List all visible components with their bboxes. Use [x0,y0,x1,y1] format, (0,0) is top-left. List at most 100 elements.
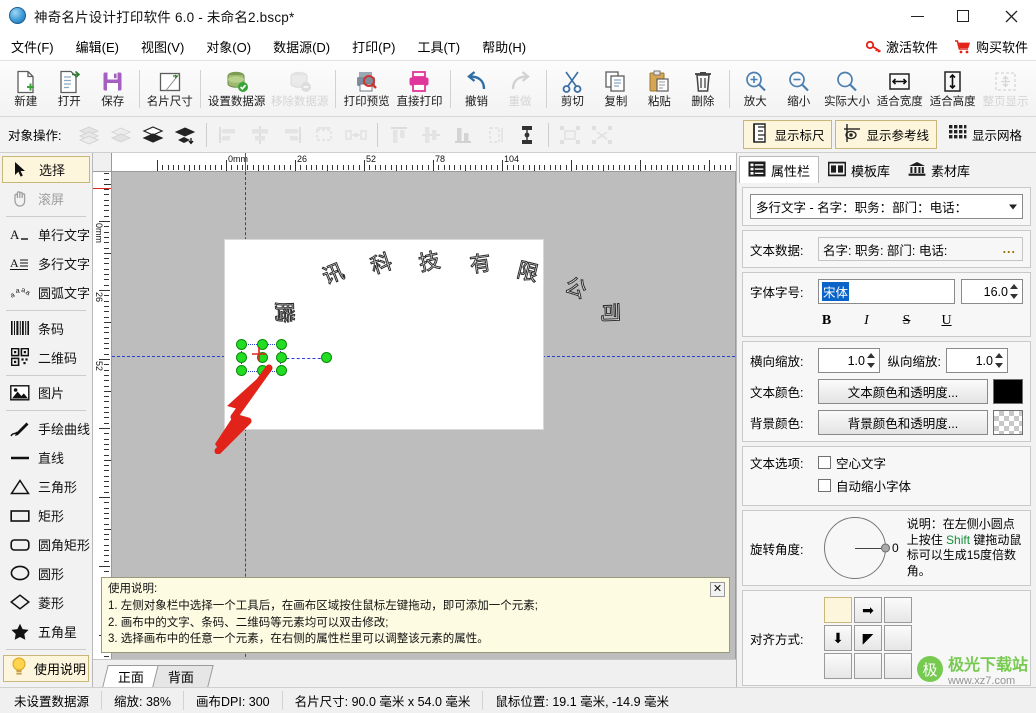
card-character[interactable]: 公 [561,272,590,303]
card-character[interactable]: 腾 [271,301,297,324]
tool-freehand[interactable]: 手绘曲线 [2,415,90,442]
horizontal-ruler[interactable]: 0mm 26 52 78 104 [112,153,736,172]
tool-line[interactable]: 直线 [2,444,90,471]
text-data-field[interactable]: 名字: 职务: 部门: 电话: ... [818,237,1023,261]
align-bottom-center-cell[interactable] [854,653,882,680]
tool-triangle[interactable]: 三角形 [2,473,90,500]
rotation-dial-knob[interactable] [881,543,890,553]
toolbar-card-size-button[interactable]: 名片尺寸 [143,63,196,115]
option-autoshrink-row[interactable]: 自动缩小字体 [818,476,1023,495]
menu-tools[interactable]: 工具(T) [406,34,471,59]
toolbar-direct-print-button[interactable]: 直接打印 [393,63,446,115]
menu-print[interactable]: 打印(P) [341,34,406,59]
same-width-button[interactable] [308,120,340,150]
text-data-more-button[interactable]: ... [1003,242,1016,256]
close-button[interactable] [986,0,1036,32]
card-character[interactable]: 有 [468,250,493,278]
bg-color-button[interactable]: 背景颜色和透明度... [818,410,988,435]
close-instructions-button[interactable]: ✕ [710,582,725,598]
align-left-button[interactable] [212,120,244,150]
resize-handle-se[interactable] [276,365,287,376]
text-color-button[interactable]: 文本颜色和透明度... [818,379,988,404]
align-center-h-button[interactable] [244,120,276,150]
spinner-up-icon[interactable] [867,353,875,358]
toggle-show-grid[interactable]: 显示网格 [940,120,1030,149]
bg-color-swatch[interactable] [993,410,1023,435]
toolbar-fit-height-button[interactable]: 适合高度 [926,63,979,115]
buy-software-button[interactable]: 购买软件 [954,37,1028,56]
text-color-swatch[interactable] [993,379,1023,404]
toolbar-remove-datasource-button[interactable]: 移除数据源 [268,63,331,115]
bold-button[interactable]: B [817,313,837,329]
tool-select[interactable]: 选择 [2,156,90,184]
strikethrough-button[interactable]: S [897,313,917,329]
align-middle-left-cell[interactable]: ⬇ [824,625,852,652]
same-height-button[interactable] [479,120,511,150]
rotation-handle[interactable] [321,352,332,363]
align-middle-right-cell[interactable] [884,625,912,652]
card-character[interactable]: 限 [514,257,541,286]
tool-barcode[interactable]: 条码 [2,315,90,342]
spinner-up-icon[interactable] [1010,284,1018,289]
resize-handle-ne[interactable] [276,339,287,350]
spinner-down-icon[interactable] [1010,294,1018,299]
activate-software-button[interactable]: 激活软件 [865,37,938,56]
toolbar-zoom-in-button[interactable]: 放大 [734,63,778,115]
tool-rectangle[interactable]: 矩形 [2,502,90,529]
menu-file[interactable]: 文件(F) [0,34,65,59]
spinner-up-icon[interactable] [995,353,1003,358]
send-to-back-button[interactable] [105,120,137,150]
distribute-v-button[interactable] [511,120,543,150]
menu-datasource[interactable]: 数据源(D) [262,34,341,59]
toolbar-paste-button[interactable]: 粘贴 [638,63,682,115]
toolbar-save-button[interactable]: 保存 [91,63,135,115]
align-top-center-cell[interactable]: ➡ [854,597,882,624]
resize-handle-sw[interactable] [236,365,247,376]
align-bottom-left-cell[interactable] [824,653,852,680]
resize-handle-nw[interactable] [236,339,247,350]
card-character[interactable]: 科 [367,249,395,279]
toggle-show-guides[interactable]: 显示参考线 [835,120,937,149]
toolbar-redo-button[interactable]: 重做 [498,63,542,115]
tab-properties[interactable]: 属性栏 [739,156,820,183]
toolbar-new-button[interactable]: 新建 [4,63,48,115]
toolbar-zoom-out-button[interactable]: 缩小 [777,63,821,115]
resize-handle-w[interactable] [236,352,247,363]
minimize-button[interactable] [894,0,940,32]
menu-edit[interactable]: 编辑(E) [65,34,130,59]
tool-diamond[interactable]: 菱形 [2,589,90,616]
toolbar-print-preview-button[interactable]: 打印预览 [340,63,393,115]
ungroup-button[interactable] [586,120,618,150]
option-hollow-row[interactable]: 空心文字 [818,453,1023,472]
menu-help[interactable]: 帮助(H) [471,34,537,59]
business-card[interactable]: 讯科技有限公司 腾 [225,240,623,429]
menu-object[interactable]: 对象(O) [195,34,262,59]
toolbar-fit-width-button[interactable]: 适合宽度 [873,63,926,115]
align-top-left-cell[interactable] [824,597,852,624]
underline-button[interactable]: U [937,313,957,329]
font-size-spinner[interactable]: 16.0 [961,279,1023,304]
resize-handle-e[interactable] [276,352,287,363]
tool-arc-text[interactable]: aaaa 圆弧文字 [2,279,90,306]
tool-image[interactable]: 图片 [2,379,90,406]
bring-forward-button[interactable] [137,120,169,150]
send-backward-button[interactable] [169,120,201,150]
align-top-right-cell[interactable] [884,597,912,624]
font-family-combo[interactable]: 宋体 [818,279,955,304]
resize-handle-s[interactable] [257,365,268,376]
menu-view[interactable]: 视图(V) [130,34,195,59]
tool-pan[interactable]: 滚屏 [2,185,90,212]
distribute-h-button[interactable] [340,120,372,150]
tool-rounded-rect[interactable]: 圆角矩形 [2,531,90,558]
tool-qrcode[interactable]: 二维码 [2,344,90,371]
card-character[interactable]: 司 [597,301,623,324]
element-selector-combo[interactable]: 多行文字 - 名字：职务：部门：电话： [750,194,1023,219]
toolbar-open-button[interactable]: 打开 [48,63,92,115]
align-right-button[interactable] [276,120,308,150]
tool-circle[interactable]: 圆形 [2,560,90,587]
sheet-tab-back[interactable]: 背面 [152,665,214,687]
vscale-spinner[interactable]: 1.0 [946,348,1008,373]
option-hollow-checkbox[interactable] [818,456,831,469]
tab-templates[interactable]: 模板库 [819,156,899,183]
tab-materials[interactable]: 素材库 [899,156,979,183]
